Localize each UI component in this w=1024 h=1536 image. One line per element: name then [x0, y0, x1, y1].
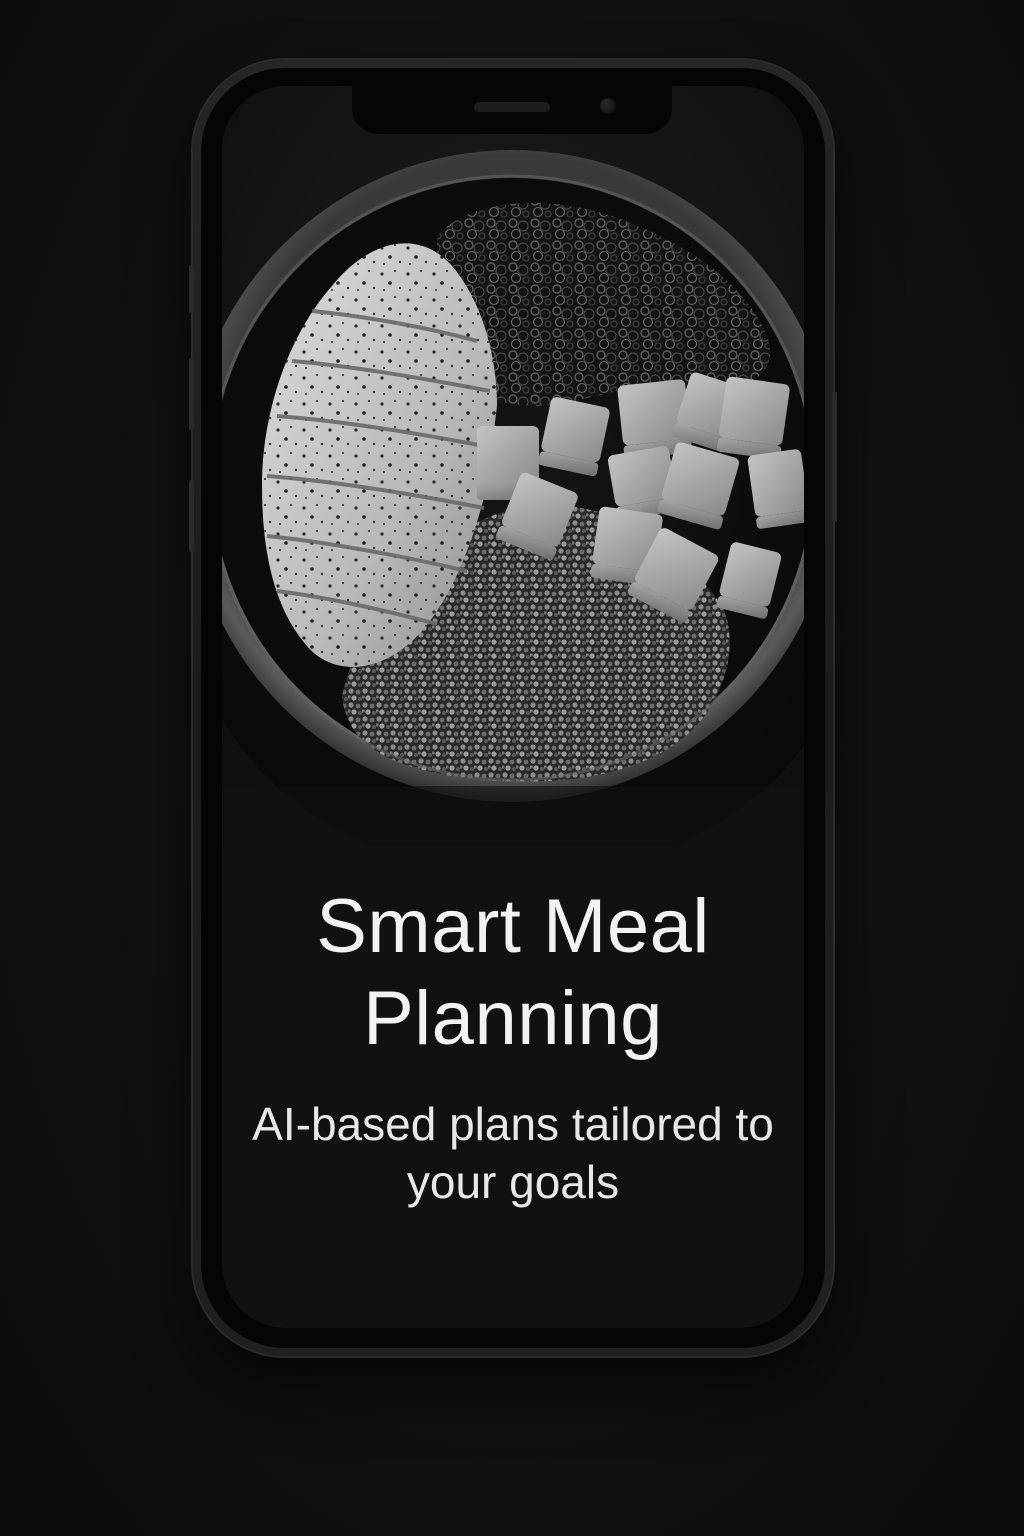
volume-down-button: [189, 480, 194, 552]
power-button: [832, 392, 837, 522]
notch: [352, 86, 672, 134]
page-subtitle: AI-based plans tailored to your goals: [252, 1098, 774, 1208]
page-title: Smart Meal Planning: [316, 884, 710, 1061]
meal-bowl-image: [222, 86, 804, 846]
front-camera-icon: [600, 98, 616, 114]
phone-screen: Smart Meal Planning AI-based plans tailo…: [222, 86, 804, 1328]
volume-up-button: [189, 358, 194, 430]
page-background: Smart Meal Planning AI-based plans tailo…: [0, 0, 1024, 1536]
mute-switch: [189, 265, 194, 313]
onboarding-text: Smart Meal Planning AI-based plans tailo…: [222, 881, 804, 1211]
speaker-grille: [474, 102, 550, 112]
